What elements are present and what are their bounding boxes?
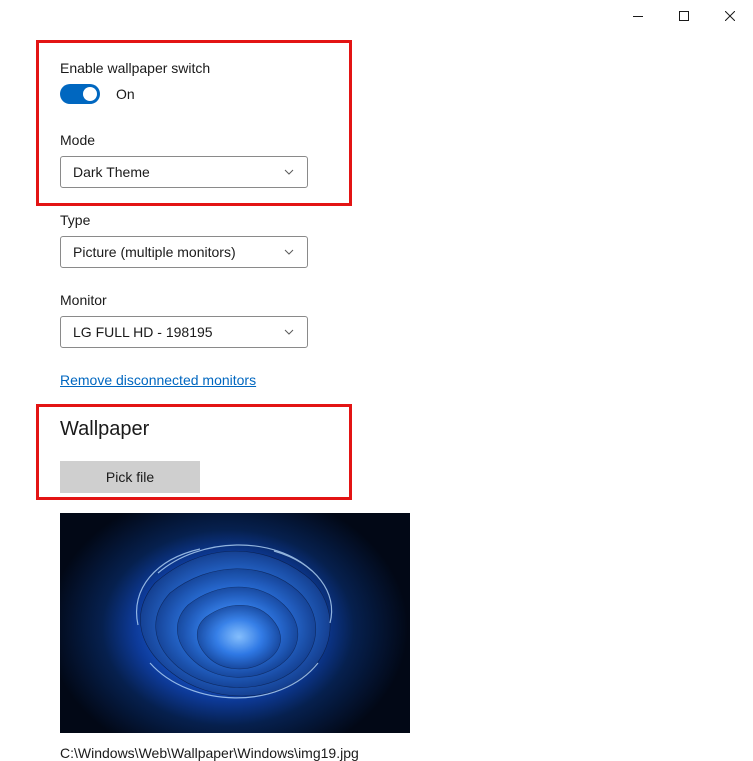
minimize-button[interactable] <box>615 0 661 32</box>
wallpaper-section-title: Wallpaper <box>60 418 753 441</box>
type-label: Type <box>60 212 753 228</box>
enable-switch-state: On <box>116 86 135 102</box>
close-icon <box>725 11 735 21</box>
chevron-down-icon <box>283 326 295 338</box>
maximize-button[interactable] <box>661 0 707 32</box>
close-button[interactable] <box>707 0 753 32</box>
type-value: Picture (multiple monitors) <box>73 244 236 260</box>
chevron-down-icon <box>283 166 295 178</box>
type-select[interactable]: Picture (multiple monitors) <box>60 236 308 268</box>
maximize-icon <box>679 11 689 21</box>
wallpaper-path: C:\Windows\Web\Wallpaper\Windows\img19.j… <box>60 745 753 761</box>
enable-switch-toggle[interactable] <box>60 84 100 104</box>
chevron-down-icon <box>283 246 295 258</box>
enable-switch-label: Enable wallpaper switch <box>60 60 753 76</box>
wallpaper-preview <box>60 513 410 733</box>
wallpaper-preview-art <box>60 513 410 733</box>
mode-value: Dark Theme <box>73 164 150 180</box>
monitor-label: Monitor <box>60 292 753 308</box>
remove-monitors-link[interactable]: Remove disconnected monitors <box>60 372 256 388</box>
pick-file-button[interactable]: Pick file <box>60 461 200 493</box>
monitor-value: LG FULL HD - 198195 <box>73 324 213 340</box>
mode-label: Mode <box>60 132 753 148</box>
window-titlebar <box>615 0 753 32</box>
mode-select[interactable]: Dark Theme <box>60 156 308 188</box>
minimize-icon <box>633 16 643 17</box>
monitor-select[interactable]: LG FULL HD - 198195 <box>60 316 308 348</box>
